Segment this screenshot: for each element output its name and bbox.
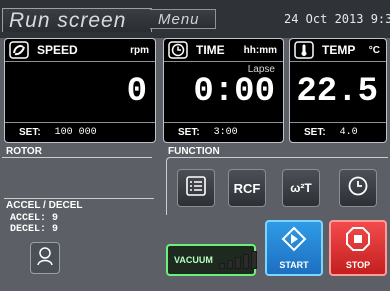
speed-title: SPEED <box>37 43 78 57</box>
start-label: START <box>279 260 309 270</box>
user-button[interactable] <box>30 242 60 274</box>
time-unit: hh:mm <box>243 44 277 56</box>
vacuum-bar <box>226 260 233 269</box>
vacuum-bar <box>250 251 257 269</box>
user-icon <box>36 246 54 271</box>
temp-set-row: SET: 4.0 <box>290 122 386 142</box>
rotor-field[interactable] <box>2 157 152 177</box>
header-bar: Run screen Menu 24 Oct 2013 9:30 <box>0 0 390 38</box>
start-button[interactable]: START <box>265 220 323 276</box>
temp-set-label: SET: <box>304 127 326 138</box>
thermometer-icon <box>292 39 316 61</box>
timer-icon <box>347 175 369 202</box>
temp-unit: °C <box>368 44 380 56</box>
speed-set-row: SET: 100 000 <box>5 122 155 142</box>
vacuum-level-bars <box>218 251 259 269</box>
rcf-button[interactable]: RCF <box>228 169 266 207</box>
stop-button[interactable]: STOP <box>329 220 387 276</box>
accel-value: ACCEL: 9 <box>10 213 59 224</box>
tab-run-screen[interactable]: Run screen <box>2 8 152 32</box>
tab-menu[interactable]: Menu <box>150 9 216 29</box>
speed-panel[interactable]: SPEED rpm 0 SET: 100 000 <box>4 38 156 143</box>
time-title: TIME <box>196 43 225 57</box>
speed-set-label: SET: <box>19 127 41 138</box>
temp-title: TEMP <box>322 43 356 57</box>
function-label: FUNCTION <box>168 146 220 157</box>
vacuum-button[interactable]: VACUUM <box>166 244 259 276</box>
vacuum-label: VACUUM <box>174 255 213 265</box>
time-set-value: 3:00 <box>213 127 238 138</box>
vacuum-bar <box>242 254 249 269</box>
speed-value: 0 <box>126 73 147 111</box>
rotor-spin-icon <box>7 39 31 61</box>
temp-set-value: 4.0 <box>339 127 358 138</box>
accel-decel-label: ACCEL / DECEL <box>6 200 83 211</box>
decel-value: DECEL: 9 <box>10 224 59 235</box>
vacuum-bar <box>234 257 241 269</box>
time-panel[interactable]: TIME hh:mm Lapse 0:00 SET: 3:00 <box>163 38 284 143</box>
datetime-display: 24 Oct 2013 9:30 <box>284 12 390 26</box>
temp-value: 22.5 <box>296 73 378 111</box>
list-icon <box>185 175 207 202</box>
time-set-label: SET: <box>178 127 200 138</box>
stop-label: STOP <box>345 260 371 270</box>
time-set-row: SET: 3:00 <box>164 122 283 142</box>
omega2t-button[interactable]: ω²T <box>282 169 320 207</box>
temp-panel[interactable]: TEMP °C 22.5 SET: 4.0 <box>289 38 387 143</box>
stop-icon <box>345 226 371 257</box>
list-button[interactable] <box>177 169 215 207</box>
speed-unit: rpm <box>130 44 149 56</box>
start-icon <box>281 226 307 257</box>
timer-button[interactable] <box>339 169 377 207</box>
rotor-label: ROTOR <box>6 146 42 157</box>
vacuum-bar <box>218 263 225 269</box>
speed-set-value: 100 000 <box>54 127 97 138</box>
time-value: 0:00 <box>193 73 275 111</box>
clock-icon <box>166 39 190 61</box>
